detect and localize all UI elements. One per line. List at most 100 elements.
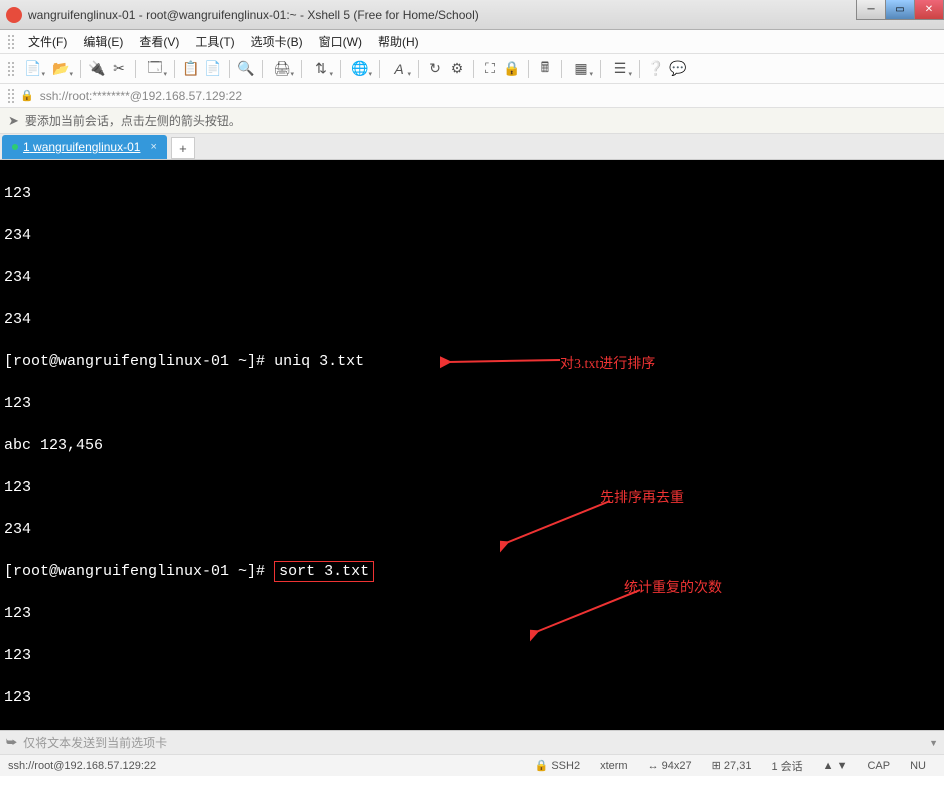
menu-window[interactable]: 窗口(W) [311,31,370,52]
menu-help[interactable]: 帮助(H) [370,31,427,52]
terminal-line: 234 [4,267,940,288]
separator [528,60,529,78]
annotation-label: 先排序再去重 [600,488,684,509]
terminal-line: 234 [4,519,940,540]
status-dot-icon [12,144,18,150]
annotation-label: 对3.txt进行排序 [560,354,655,375]
menu-view[interactable]: 查看(V) [131,31,187,52]
menu-edit[interactable]: 编辑(E) [75,31,131,52]
menu-bar: 文件(F) 编辑(E) 查看(V) 工具(T) 选项卡(B) 窗口(W) 帮助(… [0,30,944,54]
separator [80,60,81,78]
calc-icon[interactable]: 🖩 [535,59,555,79]
search-icon[interactable]: 🔍 [236,59,256,79]
tab-label: wangruifenglinux-01 [33,140,140,154]
lock-icon[interactable]: 🔒 [502,59,522,79]
menu-file[interactable]: 文件(F) [20,31,75,52]
address-text[interactable]: ssh://root:********@192.168.57.129:22 [40,89,242,103]
status-term: xterm [600,760,628,772]
terminal-line: 123 [4,687,940,708]
separator [379,60,380,78]
command: uniq 3.txt [274,353,364,370]
copy-icon[interactable]: 📋 [181,59,201,79]
tab-index: 1 [23,140,30,154]
annotation-label: 统计重复的次数 [624,578,722,599]
terminal-prompt-line: [root@wangruifenglinux-01 ~]# sort 3.txt [4,561,940,582]
app-icon [6,7,22,23]
window-controls: ─ ▭ ✕ [857,0,944,20]
separator [473,60,474,78]
terminal-line: 123 [4,393,940,414]
print-icon[interactable]: 🖨 [269,59,295,79]
terminal-line: abc 123,456 [4,435,940,456]
bookmark-icon[interactable]: ➤ [8,113,19,129]
tools-icon[interactable]: ⚙ [447,59,467,79]
up-icon: ▲ [823,760,837,772]
status-bar: ssh://root@192.168.57.129:22 🔒 SSH2 xter… [0,754,944,776]
separator [229,60,230,78]
toolbar-handle[interactable] [8,89,14,103]
new-session-icon[interactable]: 📄 [20,59,46,79]
toolbar-handle[interactable] [8,62,14,76]
separator [301,60,302,78]
window-title: wangruifenglinux-01 - root@wangruifengli… [28,8,479,22]
terminal-output[interactable]: 123 234 234 234 [root@wangruifenglinux-0… [0,160,944,730]
address-bar: 🔒 ssh://root:********@192.168.57.129:22 [0,84,944,108]
terminal-prompt-line: [root@wangruifenglinux-01 ~]# uniq 3.txt [4,351,940,372]
toolbar-handle[interactable] [8,35,14,49]
separator [340,60,341,78]
hint-bar: ➤ 要添加当前会话，点击左侧的箭头按钮。 [0,108,944,134]
disconnect-icon[interactable]: ✂ [109,59,129,79]
size-icon: ↔ [648,760,662,772]
menu-tools[interactable]: 工具(T) [187,31,242,52]
toolbar: 📄 📂 🔌 ✂ 🗔 📋 📄 🔍 🖨 ⇅ 🌐 A ↻ ⚙ ⛶ 🔒 🖩 ▦ ☰ ❔ … [0,54,944,84]
terminal-line: 123 [4,729,940,730]
lock-icon: 🔒 [535,760,552,772]
tab-bar: 1 wangruifenglinux-01 × + [0,134,944,160]
prompt: [root@wangruifenglinux-01 ~]# [4,563,265,580]
status-num: NU [910,760,926,772]
input-bar[interactable]: ⮩ 仅将文本发送到当前选项卡 ▼ [0,730,944,754]
send-icon[interactable]: ⮩ [6,735,17,750]
prompt: [root@wangruifenglinux-01 ~]# [4,353,265,370]
layout-icon[interactable]: ▦ [568,59,594,79]
separator [135,60,136,78]
close-button[interactable]: ✕ [914,0,944,20]
maximize-button[interactable]: ▭ [885,0,915,20]
separator [639,60,640,78]
dropdown-icon[interactable]: ▼ [929,738,938,748]
menu-tabs[interactable]: 选项卡(B) [243,31,311,52]
down-icon: ▼ [837,760,848,772]
separator [262,60,263,78]
minimize-button[interactable]: ─ [856,0,886,20]
status-cap: CAP [867,760,890,772]
help-icon[interactable]: ❔ [646,59,666,79]
view-icon[interactable]: ☰ [607,59,633,79]
paste-icon[interactable]: 📄 [203,59,223,79]
properties-icon[interactable]: 🗔 [142,59,168,79]
globe-icon[interactable]: 🌐 [347,59,373,79]
terminal-line: 123 [4,645,940,666]
session-tab[interactable]: 1 wangruifenglinux-01 × [2,135,167,159]
transfer-icon[interactable]: ⇅ [308,59,334,79]
feedback-icon[interactable]: 💬 [668,59,688,79]
status-size: 94x27 [662,760,692,772]
tab-add-button[interactable]: + [171,137,195,159]
pos-icon: ⊞ [712,760,724,772]
tab-close-icon[interactable]: × [150,141,156,153]
terminal-line: 123 [4,603,940,624]
separator [418,60,419,78]
reconnect-icon[interactable]: 🔌 [87,59,107,79]
status-ssh: SSH2 [551,760,580,772]
terminal-line: 234 [4,309,940,330]
open-folder-icon[interactable]: 📂 [48,59,74,79]
refresh-icon[interactable]: ↻ [425,59,445,79]
title-bar: wangruifenglinux-01 - root@wangruifengli… [0,0,944,30]
status-pos: 27,31 [724,760,752,772]
hint-text: 要添加当前会话，点击左侧的箭头按钮。 [25,112,241,129]
fullscreen-icon[interactable]: ⛶ [480,59,500,79]
font-icon[interactable]: A [386,59,412,79]
lock-icon: 🔒 [20,89,34,102]
status-connection: ssh://root@192.168.57.129:22 [8,760,156,772]
separator [174,60,175,78]
terminal-line: 123 [4,477,940,498]
